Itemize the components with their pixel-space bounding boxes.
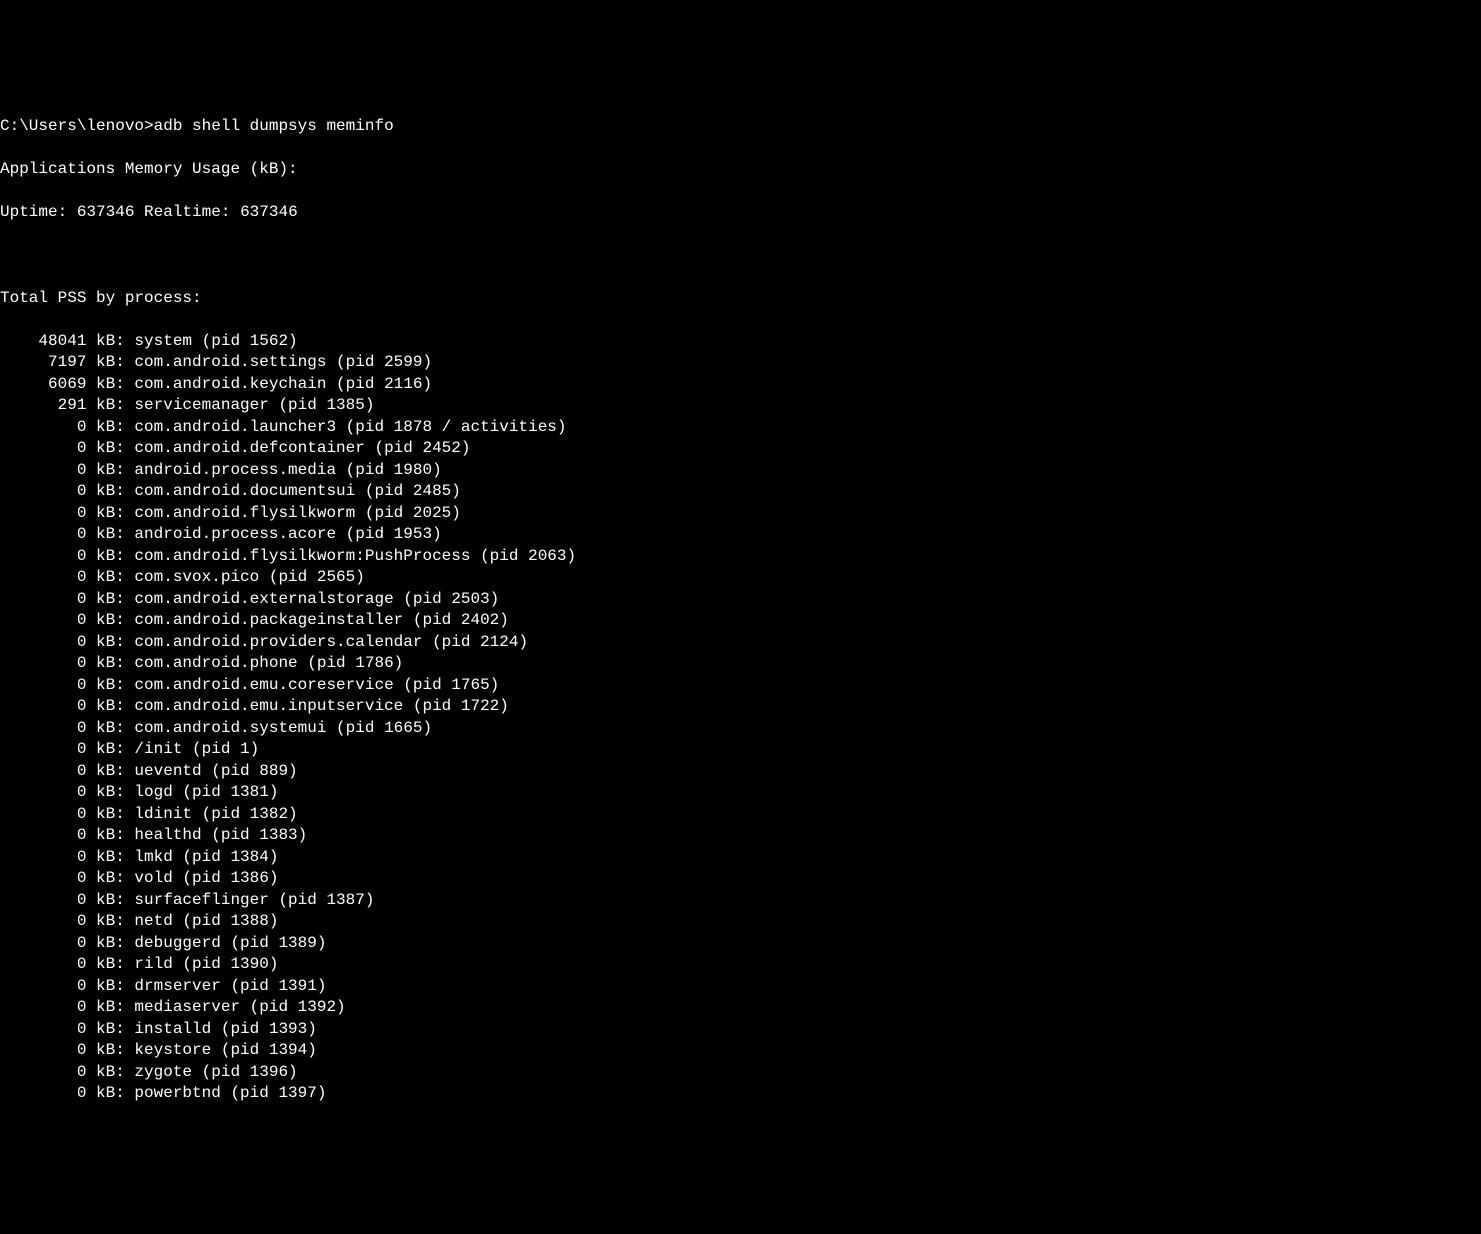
- process-row: 0 kB: ldinit (pid 1382): [0, 804, 1481, 826]
- process-row: 7197 kB: com.android.settings (pid 2599): [0, 352, 1481, 374]
- process-row: 0 kB: surfaceflinger (pid 1387): [0, 890, 1481, 912]
- process-row: 0 kB: logd (pid 1381): [0, 782, 1481, 804]
- realtime-value: 637346: [240, 203, 298, 221]
- header-line: Applications Memory Usage (kB):: [0, 159, 1481, 181]
- process-row: 0 kB: com.android.flysilkworm (pid 2025): [0, 503, 1481, 525]
- uptime-label: Uptime:: [0, 203, 67, 221]
- process-row: 0 kB: com.android.launcher3 (pid 1878 / …: [0, 417, 1481, 439]
- process-row: 0 kB: ueventd (pid 889): [0, 761, 1481, 783]
- command-line: C:\Users\lenovo>adb shell dumpsys meminf…: [0, 116, 1481, 138]
- process-row: 0 kB: healthd (pid 1383): [0, 825, 1481, 847]
- process-row: 0 kB: com.android.defcontainer (pid 2452…: [0, 438, 1481, 460]
- process-row: 0 kB: com.android.emu.inputservice (pid …: [0, 696, 1481, 718]
- process-row: 6069 kB: com.android.keychain (pid 2116): [0, 374, 1481, 396]
- process-row: 0 kB: com.android.emu.coreservice (pid 1…: [0, 675, 1481, 697]
- uptime-value: 637346: [77, 203, 135, 221]
- prompt: C:\Users\lenovo>: [0, 117, 154, 135]
- uptime-line: Uptime: 637346 Realtime: 637346: [0, 202, 1481, 224]
- process-row: 0 kB: drmserver (pid 1391): [0, 976, 1481, 998]
- process-row: 291 kB: servicemanager (pid 1385): [0, 395, 1481, 417]
- process-row: 0 kB: com.android.systemui (pid 1665): [0, 718, 1481, 740]
- section-header: Total PSS by process:: [0, 288, 1481, 310]
- process-row: 0 kB: android.process.media (pid 1980): [0, 460, 1481, 482]
- terminal-output[interactable]: C:\Users\lenovo>adb shell dumpsys meminf…: [0, 94, 1481, 1126]
- process-row: 0 kB: com.android.providers.calendar (pi…: [0, 632, 1481, 654]
- process-row: 0 kB: /init (pid 1): [0, 739, 1481, 761]
- realtime-label: Realtime:: [144, 203, 230, 221]
- process-row: 0 kB: netd (pid 1388): [0, 911, 1481, 933]
- process-row: 0 kB: vold (pid 1386): [0, 868, 1481, 890]
- command-text: adb shell dumpsys meminfo: [154, 117, 394, 135]
- process-row: 0 kB: powerbtnd (pid 1397): [0, 1083, 1481, 1105]
- process-row: 0 kB: com.android.flysilkworm:PushProces…: [0, 546, 1481, 568]
- process-row: 0 kB: installd (pid 1393): [0, 1019, 1481, 1041]
- blank-line: [0, 245, 1481, 267]
- process-row: 0 kB: debuggerd (pid 1389): [0, 933, 1481, 955]
- process-row: 0 kB: com.android.phone (pid 1786): [0, 653, 1481, 675]
- process-row: 0 kB: com.android.externalstorage (pid 2…: [0, 589, 1481, 611]
- process-row: 0 kB: android.process.acore (pid 1953): [0, 524, 1481, 546]
- process-row: 0 kB: keystore (pid 1394): [0, 1040, 1481, 1062]
- process-row: 0 kB: lmkd (pid 1384): [0, 847, 1481, 869]
- process-row: 0 kB: com.android.documentsui (pid 2485): [0, 481, 1481, 503]
- process-list: 48041 kB: system (pid 1562) 7197 kB: com…: [0, 331, 1481, 1105]
- process-row: 0 kB: com.svox.pico (pid 2565): [0, 567, 1481, 589]
- process-row: 0 kB: rild (pid 1390): [0, 954, 1481, 976]
- process-row: 0 kB: mediaserver (pid 1392): [0, 997, 1481, 1019]
- process-row: 0 kB: com.android.packageinstaller (pid …: [0, 610, 1481, 632]
- process-row: 0 kB: zygote (pid 1396): [0, 1062, 1481, 1084]
- process-row: 48041 kB: system (pid 1562): [0, 331, 1481, 353]
